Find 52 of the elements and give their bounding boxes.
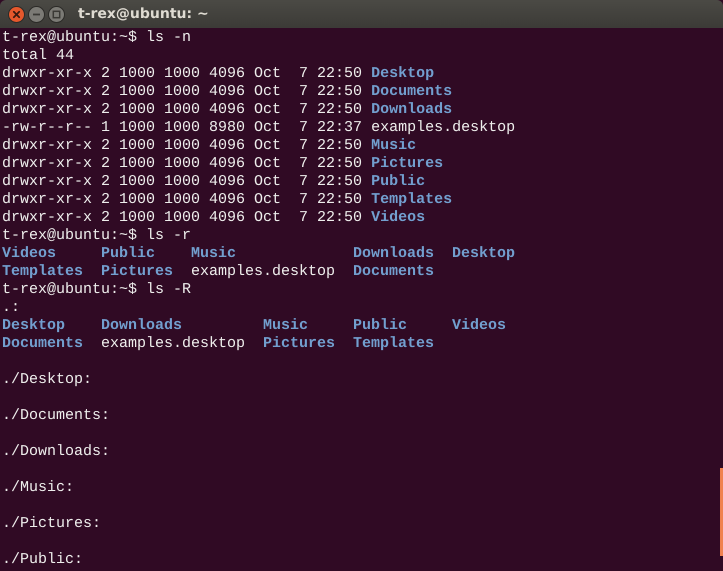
file-name: examples.desktop: [371, 119, 516, 136]
file-name: Pictures: [101, 263, 174, 280]
file-name: Templates: [371, 191, 452, 208]
file-details: drwxr-xr-x 2 1000 1000 4096 Oct 7 22:50: [2, 65, 362, 82]
terminal-line: ./Public:: [2, 551, 84, 568]
file-name: Downloads: [353, 245, 434, 262]
minimize-icon[interactable]: [28, 6, 45, 22]
file-details: drwxr-xr-x 2 1000 1000 4096 Oct 7 22:50: [2, 101, 362, 118]
file-name: examples.desktop: [101, 335, 246, 352]
terminal-line: ./Documents:: [2, 407, 110, 424]
file-name: Public: [353, 317, 408, 334]
file-name: Public: [371, 173, 426, 190]
file-name: Videos: [452, 317, 506, 334]
file-name: Desktop: [452, 245, 516, 262]
terminal-line: ./Music:: [2, 479, 74, 496]
file-name: Documents: [353, 263, 434, 280]
file-name: Desktop: [2, 317, 66, 334]
file-name: Downloads: [101, 317, 182, 334]
file-name: Templates: [2, 263, 84, 280]
close-icon[interactable]: [8, 6, 25, 22]
file-details: drwxr-xr-x 2 1000 1000 4096 Oct 7 22:50: [2, 191, 362, 208]
window-title: t-rex@ubuntu: ~: [78, 6, 209, 22]
file-name: Pictures: [263, 335, 336, 352]
terminal-line: t-rex@ubuntu:~$ ls -R: [2, 281, 192, 298]
file-name: Documents: [371, 83, 452, 100]
file-details: drwxr-xr-x 2 1000 1000 4096 Oct 7 22:50: [2, 173, 362, 190]
terminal-line: .:: [2, 299, 20, 316]
file-name: Videos: [371, 209, 426, 226]
terminal-line: ./Desktop:: [2, 371, 92, 388]
file-name: Pictures: [371, 155, 444, 172]
file-details: drwxr-xr-x 2 1000 1000 4096 Oct 7 22:50: [2, 83, 362, 100]
terminal-line: ./Pictures:: [2, 515, 102, 532]
file-name: Videos: [2, 245, 56, 262]
file-name: Documents: [2, 335, 84, 352]
maximize-icon[interactable]: [48, 6, 65, 22]
file-name: Templates: [353, 335, 434, 352]
file-name: Public: [101, 245, 156, 262]
file-details: drwxr-xr-x 2 1000 1000 4096 Oct 7 22:50: [2, 209, 362, 226]
file-name: examples.desktop: [191, 263, 336, 280]
scrollbar-thumb[interactable]: [720, 468, 723, 556]
file-name: Music: [371, 137, 416, 154]
file-name: Downloads: [371, 101, 452, 118]
file-name: Desktop: [371, 65, 434, 82]
terminal-line: total 44: [2, 47, 74, 64]
file-name: Music: [263, 317, 308, 334]
terminal-line: t-rex@ubuntu:~$ ls -r: [2, 227, 192, 244]
file-details: -rw-r--r-- 1 1000 1000 8980 Oct 7 22:37: [2, 119, 362, 136]
file-details: drwxr-xr-x 2 1000 1000 4096 Oct 7 22:50: [2, 137, 362, 154]
terminal-line: t-rex@ubuntu:~$ ls -n: [2, 29, 192, 46]
file-name: Music: [191, 245, 236, 262]
terminal-line: ./Downloads:: [2, 443, 110, 460]
file-details: drwxr-xr-x 2 1000 1000 4096 Oct 7 22:50: [2, 155, 362, 172]
